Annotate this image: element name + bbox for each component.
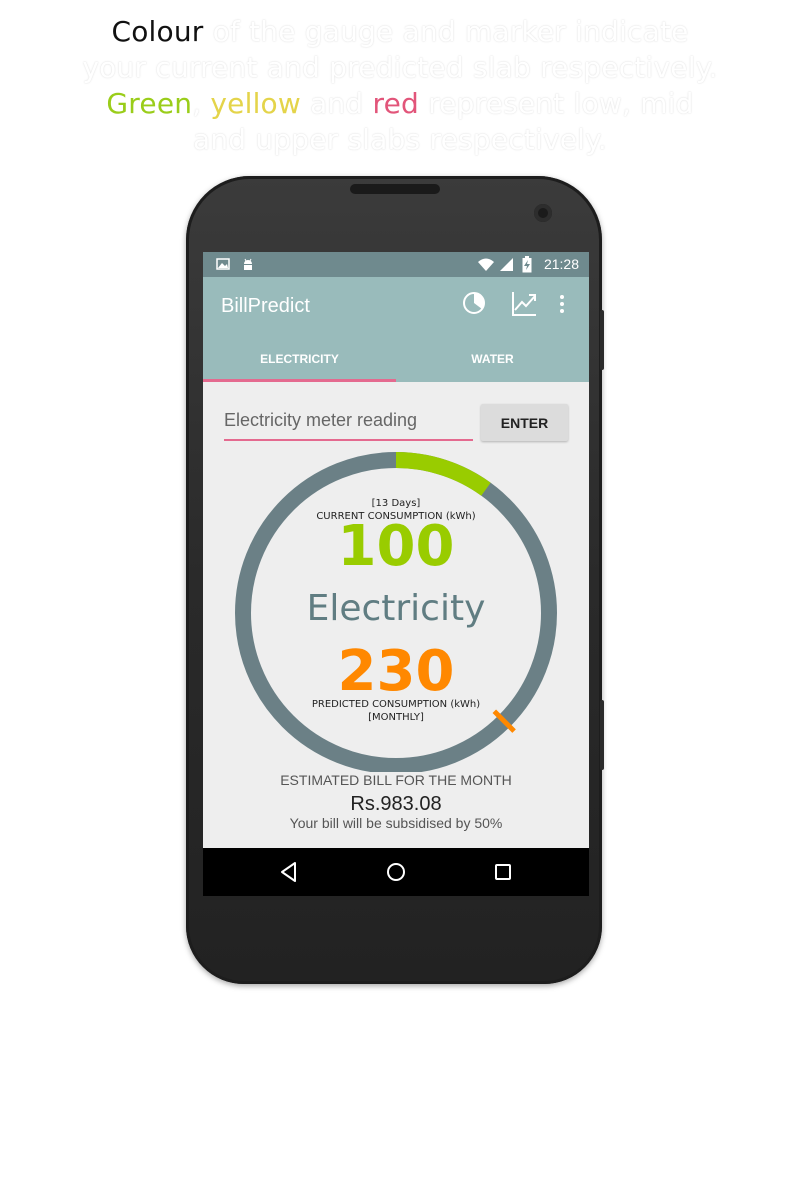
caption-red-word: red [372, 87, 419, 120]
subsidy-note: Your bill will be subsidised by 50% [289, 815, 503, 831]
gauge-center-label: Electricity [306, 588, 486, 629]
navigation-bar [203, 848, 589, 896]
predicted-consumption-value: 230 [337, 639, 455, 704]
power-button [600, 310, 604, 370]
caption-line4-text: and upper slabs respectively. [192, 123, 607, 156]
current-consumption-value: 100 [337, 514, 455, 579]
predicted-consumption-label: PREDICTED CONSUMPTION (kWh) [311, 699, 481, 710]
caption-separator: , [192, 87, 211, 120]
caption-yellow-word: yellow [210, 87, 301, 120]
estimated-bill-label: ESTIMATED BILL FOR THE MONTH [280, 772, 512, 788]
predicted-period-label: [MONTHLY] [368, 712, 424, 723]
instruction-caption: Colour of the gauge and marker indicate … [0, 14, 800, 158]
caption-green-word: Green [106, 87, 193, 120]
estimated-bill-amount: Rs.983.08 [350, 793, 442, 815]
front-camera [534, 204, 552, 222]
caption-line1-text: of the gauge and marker indicate [203, 15, 689, 48]
volume-button [600, 700, 604, 770]
caption-line2-text: your current and predicted slab respecti… [82, 51, 718, 84]
caption-and-text: and [301, 87, 373, 120]
home-icon[interactable] [385, 860, 407, 884]
phone-screen: 21:28 BillPredict ELECTRICITY WATER ENTE… [203, 252, 589, 896]
gauge-current-arc [395, 452, 491, 496]
back-icon[interactable] [279, 860, 299, 884]
earpiece-speaker [350, 184, 440, 194]
caption-line3-text: represent low, mid [418, 87, 694, 120]
recents-icon[interactable] [493, 860, 513, 884]
caption-lead-word: Colour [111, 15, 204, 48]
current-period-label: [13 Days] [371, 498, 421, 509]
